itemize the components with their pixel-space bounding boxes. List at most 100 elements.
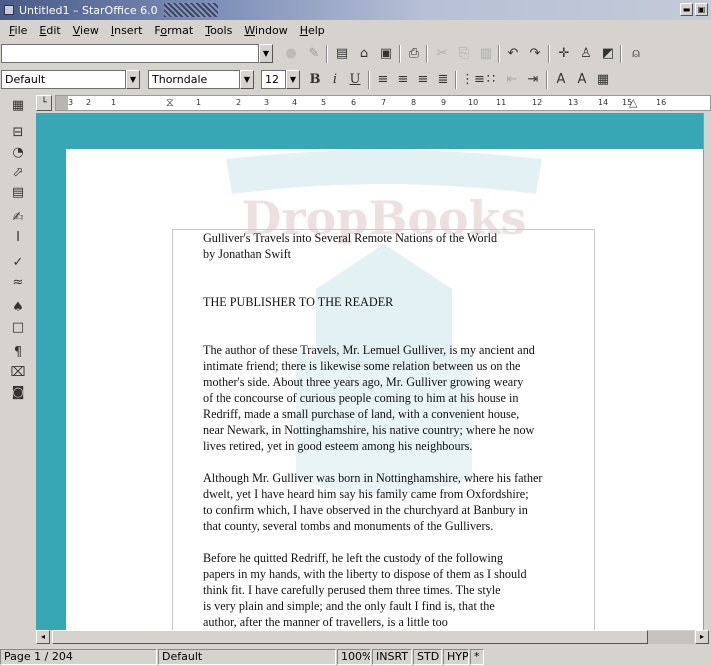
- save-icon[interactable]: ▣: [377, 45, 395, 63]
- left-indent-marker[interactable]: ⧖: [166, 96, 176, 110]
- minimize-button[interactable]: ▬: [680, 3, 693, 16]
- main-toolbar: ▦ ⊟ ◔ ⬀ ▤ ✍ I ✓ ≈ ♠ □ ¶ ⌧ ◙: [0, 94, 34, 634]
- italic-button[interactable]: i: [326, 71, 344, 89]
- hyperlink-mode-indicator[interactable]: HYP: [443, 649, 469, 665]
- new-document-icon[interactable]: ▤: [333, 45, 351, 63]
- form-functions-icon[interactable]: ▤: [9, 184, 27, 202]
- navigator-icon[interactable]: ✛: [555, 45, 573, 63]
- chevron-down-icon[interactable]: ▼: [259, 44, 273, 63]
- tab-stop-icon[interactable]: └: [36, 95, 52, 111]
- formatting-marks-icon[interactable]: ¶: [9, 344, 27, 362]
- menu-window[interactable]: Window: [238, 24, 293, 37]
- vertical-scrollbar[interactable]: [703, 113, 711, 630]
- paragraph-style-field[interactable]: Default: [1, 70, 126, 89]
- highlighting-icon[interactable]: A: [573, 71, 591, 89]
- text-line: intimate friend; there is likewise some …: [203, 359, 521, 373]
- toolbar-separator: [546, 71, 548, 89]
- horizontal-ruler[interactable]: 3 2 1 1 2 3 4 5 6 7 8 9 10 11 12 13 14 15 16 ⧖ △: [55, 95, 711, 111]
- text-line: to confirm which, I have observed in the…: [203, 503, 528, 517]
- print-icon[interactable]: ⎙: [405, 45, 423, 63]
- ruler-tick-label: 5: [321, 98, 327, 107]
- page-indicator[interactable]: Page 1 / 204: [0, 649, 157, 665]
- undo-icon[interactable]: ↶: [504, 45, 522, 63]
- decrease-indent-icon[interactable]: ⇤: [503, 71, 521, 89]
- menu-view[interactable]: View: [67, 24, 105, 37]
- right-indent-marker[interactable]: △: [629, 96, 639, 110]
- chevron-down-icon[interactable]: ▼: [286, 70, 300, 89]
- url-input[interactable]: [1, 44, 259, 63]
- align-center-icon[interactable]: ≡: [394, 71, 412, 89]
- align-right-icon[interactable]: ≡: [414, 71, 432, 89]
- chevron-down-icon[interactable]: ▼: [240, 70, 254, 89]
- copy-icon[interactable]: ⎘: [455, 45, 473, 63]
- toolbar-separator: [620, 45, 622, 63]
- document-page[interactable]: DropBooks Gulliver's Travels into Severa…: [66, 149, 703, 630]
- graphics-off-icon[interactable]: ⌧: [9, 364, 27, 382]
- stylist-icon[interactable]: ♙: [577, 45, 595, 63]
- menu-insert[interactable]: Insert: [105, 24, 149, 37]
- online-layout-icon[interactable]: ◙: [9, 384, 27, 402]
- paragraph-style-combo[interactable]: Default ▼: [1, 70, 140, 89]
- scroll-thumb[interactable]: [52, 630, 648, 644]
- redo-icon[interactable]: ↷: [526, 45, 544, 63]
- scroll-right-icon[interactable]: ▸: [695, 630, 709, 644]
- selection-mode-indicator[interactable]: STD: [413, 649, 442, 665]
- spellcheck-icon[interactable]: ✓: [9, 254, 27, 272]
- menu-edit[interactable]: Edit: [33, 24, 66, 37]
- help-agent-icon[interactable]: ⍝: [627, 45, 645, 63]
- cut-icon[interactable]: ✂: [433, 45, 451, 63]
- insert-fields-icon[interactable]: ⊟: [9, 124, 27, 142]
- align-left-icon[interactable]: ≡: [374, 71, 392, 89]
- insert-table-icon[interactable]: ▦: [9, 97, 27, 115]
- bold-button[interactable]: B: [306, 71, 324, 89]
- font-name-combo[interactable]: Thorndale ▼: [148, 70, 254, 89]
- title-bar[interactable]: Untitled1 – StarOffice 6.0 ▬ ▣: [0, 0, 711, 20]
- gallery-icon[interactable]: ◩: [599, 45, 617, 63]
- toolbar-separator: [498, 45, 500, 63]
- find-replace-icon[interactable]: ♠: [9, 299, 27, 317]
- maximize-button[interactable]: ▣: [695, 3, 708, 16]
- paste-icon[interactable]: ▥: [477, 45, 495, 63]
- document-area[interactable]: DropBooks Gulliver's Travels into Severa…: [36, 113, 703, 630]
- zoom-indicator[interactable]: 100%: [337, 649, 371, 665]
- edit-file-icon[interactable]: ✎: [305, 45, 323, 63]
- cursor-text-icon[interactable]: I: [9, 229, 27, 247]
- align-justify-icon[interactable]: ≣: [434, 71, 452, 89]
- font-name-field[interactable]: Thorndale: [148, 70, 240, 89]
- document-text[interactable]: Gulliver's Travels into Several Remote N…: [203, 230, 603, 630]
- horizontal-scrollbar[interactable]: ◂ ▸: [36, 630, 711, 646]
- menu-tools[interactable]: Tools: [199, 24, 238, 37]
- menu-help[interactable]: Help: [294, 24, 331, 37]
- text-edit-icon[interactable]: ✍: [9, 209, 27, 227]
- autospellcheck-icon[interactable]: ≈: [9, 274, 27, 292]
- ruler-tick-label: 12: [532, 98, 543, 107]
- menu-file[interactable]: File: [3, 24, 33, 37]
- increase-indent-icon[interactable]: ⇥: [524, 71, 542, 89]
- insert-object-icon[interactable]: ◔: [9, 144, 27, 162]
- chevron-down-icon[interactable]: ▼: [126, 70, 140, 89]
- ruler-tick-label: 2: [86, 98, 92, 107]
- ruler-tick-label: 4: [292, 98, 298, 107]
- open-folder-icon[interactable]: ⌂: [355, 45, 373, 63]
- bullets-icon[interactable]: ∷: [482, 71, 500, 89]
- numbering-icon[interactable]: ⋮≡: [461, 71, 485, 89]
- underline-button[interactable]: U: [346, 71, 364, 89]
- url-combo[interactable]: ▼: [1, 44, 273, 63]
- ruler-tick-label: 13: [568, 98, 579, 107]
- draw-functions-icon[interactable]: ⬀: [9, 164, 27, 182]
- font-color-icon[interactable]: A: [552, 71, 570, 89]
- menu-format[interactable]: Format: [148, 24, 199, 37]
- data-sources-icon[interactable]: □: [9, 319, 27, 337]
- background-color-icon[interactable]: ▦: [594, 71, 612, 89]
- toolbar-separator: [326, 45, 328, 63]
- scroll-left-icon[interactable]: ◂: [36, 630, 50, 644]
- insert-mode-indicator[interactable]: INSRT: [372, 649, 412, 665]
- font-size-combo[interactable]: 12 ▼: [261, 70, 300, 89]
- stop-loading-icon[interactable]: ●: [282, 45, 300, 63]
- page-style-indicator[interactable]: Default: [158, 649, 336, 665]
- font-size-field[interactable]: 12: [261, 70, 286, 89]
- text-line: Redriff, made a small purchase of land, …: [203, 407, 520, 421]
